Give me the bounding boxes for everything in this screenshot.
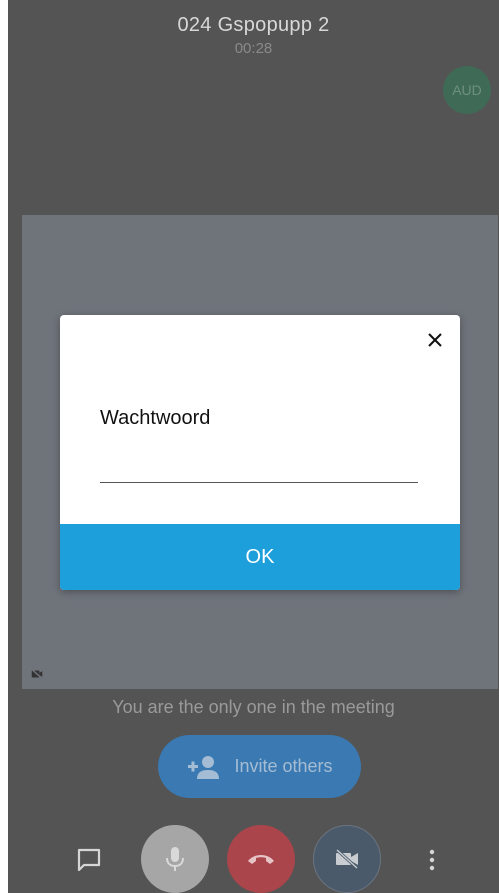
meeting-title: 024 Gspopupp 2 [177,14,330,36]
more-vertical-icon [429,849,435,871]
video-toggle-button[interactable] [313,825,381,893]
only-one-message: You are the only one in the meeting [112,697,395,717]
more-options-button[interactable] [418,841,446,879]
password-label: Wachtwoord [100,407,211,429]
close-icon [428,333,442,347]
ok-button[interactable]: OK [60,524,460,590]
invite-others-label: Invite others [234,756,333,776]
microphone-button[interactable] [141,825,209,893]
hangup-button[interactable] [227,825,295,893]
password-input[interactable] [100,450,418,483]
close-button[interactable] [424,329,446,351]
meeting-screen: 024 Gspopupp 2 00:28 AUD Wachtwoord OK Y… [8,0,499,893]
video-off-icon [335,848,359,870]
ok-button-label: OK [245,545,275,568]
video-off-icon [31,668,43,680]
chat-button[interactable] [70,841,108,879]
password-dialog: Wachtwoord OK [60,315,460,590]
hangup-icon [248,855,274,864]
participant-avatar[interactable]: AUD [443,66,491,114]
invite-others-button[interactable]: Invite others [158,735,361,798]
add-person-icon [188,755,220,779]
avatar-initials: AUD [452,82,482,98]
chat-icon [77,848,101,872]
meeting-timer: 00:28 [234,40,273,57]
microphone-icon [166,847,184,871]
